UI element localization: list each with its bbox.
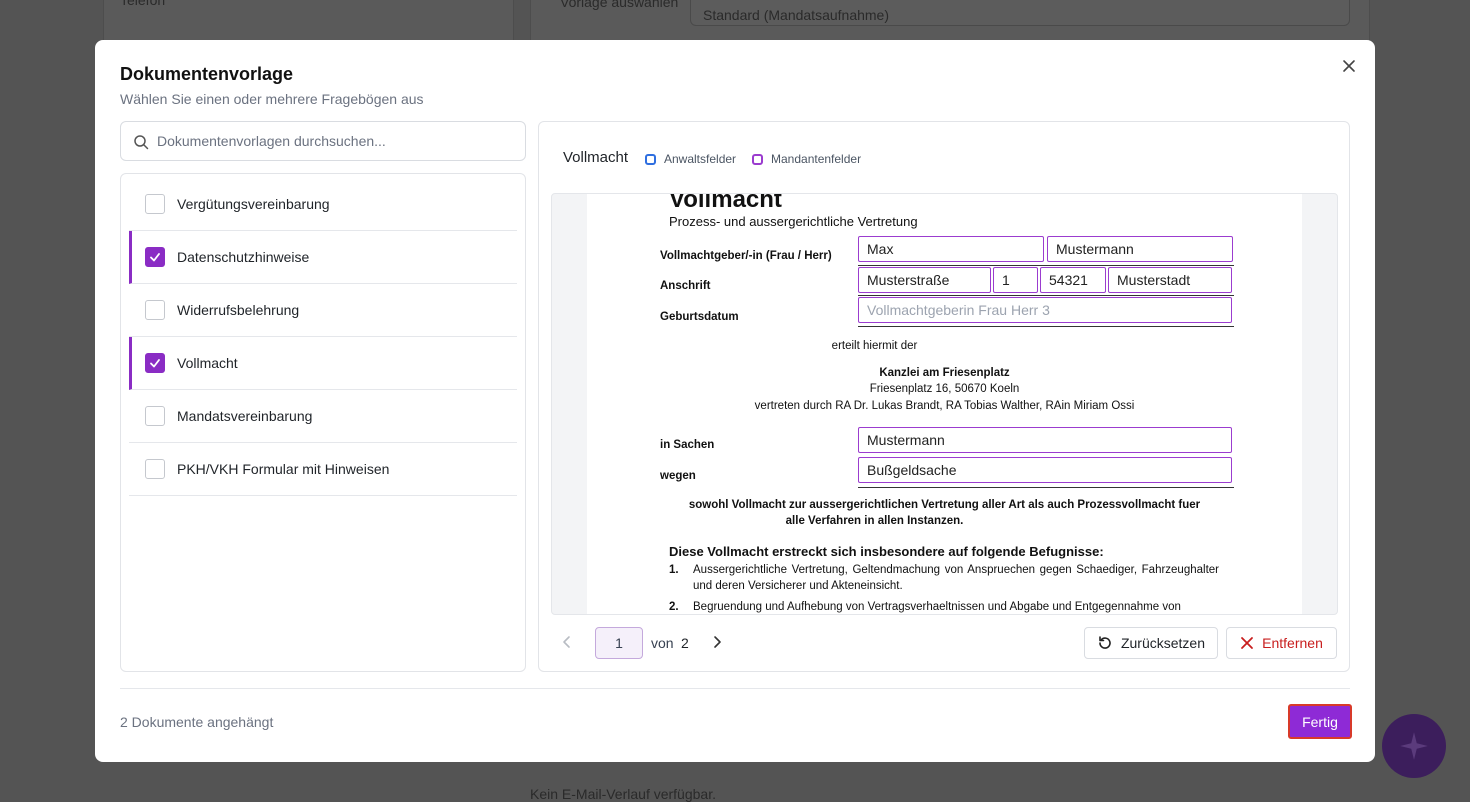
template-checkbox[interactable] (145, 194, 165, 214)
template-checkbox[interactable] (145, 459, 165, 479)
doc-label-matter: in Sachen (660, 439, 715, 451)
template-search (120, 121, 526, 161)
field-matter[interactable]: Mustermann (858, 427, 1232, 453)
remove-label: Entfernen (1262, 635, 1323, 651)
template-list: Vergütungsvereinbarung Datenschutzhinweis… (120, 173, 526, 672)
doc-firm-address: Friesenplatz 16, 50670 Koeln (869, 383, 1020, 395)
document-template-dialog: Dokumentenvorlage Wählen Sie einen oder … (95, 40, 1375, 762)
rotate-ccw-icon (1099, 636, 1111, 649)
doc-power-2-num: 2. (669, 601, 679, 613)
template-item[interactable]: PKH/VKH Formular mit Hinweisen (129, 443, 517, 496)
dialog-subtitle: Wählen Sie einen oder mehrere Fragebögen… (120, 91, 424, 107)
done-button[interactable]: Fertig (1288, 704, 1352, 739)
preview-panel: Vollmacht Anwaltsfelder Mandantenfelder … (538, 121, 1350, 672)
sparkle-icon (1400, 732, 1428, 760)
doc-power-1: 1. Aussergerichtliche Vertretung, Gelten… (669, 562, 1219, 594)
legend-client-label: Mandantenfelder (771, 152, 862, 166)
lawyer-swatch (645, 153, 656, 165)
x-icon (1241, 637, 1254, 649)
field-zip[interactable]: 54321 (1040, 267, 1106, 293)
bg-phone-label: Telefon (120, 0, 166, 8)
reset-button[interactable]: Zurücksetzen (1084, 627, 1218, 659)
doc-line (858, 265, 1234, 266)
template-checkbox[interactable] (145, 247, 165, 267)
close-dialog-button[interactable] (1340, 57, 1358, 75)
doc-firm-represented: vertreten durch RA Dr. Lukas Brandt, RA … (754, 400, 1135, 412)
template-item[interactable]: Widerrufsbelehrung (129, 284, 517, 337)
doc-label-reason: wegen (660, 470, 696, 482)
search-icon (134, 135, 149, 150)
field-last-name[interactable]: Mustermann (1047, 236, 1233, 262)
doc-power-2-text: Begruendung und Aufhebung von Vertragsve… (693, 601, 1181, 613)
field-first-name[interactable]: Max (858, 236, 1044, 262)
document-page: Vollmacht Prozess- und aussergerichtlich… (587, 193, 1302, 614)
template-item[interactable]: Mandatsvereinbarung (129, 390, 517, 443)
field-birthdate[interactable]: Vollmachtgeberin Frau Herr 3 (858, 297, 1232, 323)
doc-scope-line1: sowohl Vollmacht zur aussergerichtlichen… (688, 499, 1201, 511)
template-label: Vergütungsvereinbarung (177, 196, 330, 212)
field-street[interactable]: Musterstraße (858, 267, 991, 293)
check-icon (150, 253, 160, 262)
search-input[interactable] (157, 123, 517, 159)
doc-line (858, 295, 1234, 296)
doc-scope-line2: alle Verfahren in allen Instanzen. (785, 515, 964, 527)
close-icon (1343, 60, 1355, 72)
doc-label-address: Anschrift (660, 280, 711, 292)
doc-firm-name: Kanzlei am Friesenplatz (879, 367, 1010, 379)
template-checkbox[interactable] (145, 353, 165, 373)
template-item[interactable]: Datenschutzhinweise (129, 231, 517, 284)
dialog-title: Dokumentenvorlage (120, 64, 294, 84)
doc-powers-heading: Diese Vollmacht erstreckt sich insbesond… (669, 544, 1104, 559)
doc-line (858, 326, 1234, 327)
doc-power-2: 2. Begruendung und Aufhebung von Vertrag… (669, 599, 1219, 614)
template-label: Datenschutzhinweise (177, 249, 310, 265)
page-total: 2 (681, 635, 689, 651)
bg-template-select: Standard (Mandatsaufnahme) (690, 0, 1350, 26)
remove-button[interactable]: Entfernen (1226, 627, 1337, 659)
template-item[interactable]: Vergütungsvereinbarung (129, 178, 517, 231)
doc-power-1-num: 1. (669, 564, 679, 576)
legend-lawyer-fields: Anwaltsfelder (645, 152, 736, 166)
field-city[interactable]: Musterstadt (1108, 267, 1232, 293)
reset-label: Zurücksetzen (1120, 635, 1206, 651)
doc-power-1-text: Aussergerichtliche Vertretung, Geltendma… (693, 564, 1219, 592)
doc-label-grantor: Vollmachtgeber/-in (Frau / Herr) (660, 250, 832, 262)
bg-template-value: Standard (Mandatsaufnahme) (703, 7, 889, 23)
attached-count: 2 Dokumente angehängt (120, 714, 274, 730)
chevron-right-icon[interactable] (709, 634, 725, 650)
legend-client-fields: Mandantenfelder (752, 152, 861, 166)
legend-lawyer-label: Anwaltsfelder (664, 152, 737, 166)
doc-line (858, 487, 1234, 488)
chevron-left-icon[interactable] (559, 634, 575, 650)
client-swatch (752, 153, 763, 165)
footer-divider (120, 688, 1350, 689)
template-item[interactable]: Vollmacht (129, 337, 517, 390)
preview-title: Vollmacht (563, 149, 629, 166)
template-label: PKH/VKH Formular mit Hinweisen (177, 461, 390, 477)
doc-grants-text: erteilt hiermit der (831, 340, 918, 352)
doc-label-birthdate: Geburtsdatum (660, 311, 739, 323)
field-house-number[interactable]: 1 (993, 267, 1038, 293)
doc-subheading: Prozess- und aussergerichtliche Vertretu… (669, 214, 918, 229)
template-checkbox[interactable] (145, 406, 165, 426)
template-label: Vollmacht (177, 355, 238, 371)
template-label: Mandatsvereinbarung (177, 408, 313, 424)
template-checkbox[interactable] (145, 300, 165, 320)
page-of-label: von (651, 635, 674, 651)
document-viewer[interactable]: Vollmacht Prozess- und aussergerichtlich… (551, 193, 1338, 615)
doc-heading: Vollmacht (669, 193, 782, 213)
check-icon (150, 359, 160, 368)
bg-email-empty: Kein E-Mail-Verlauf verfügbar. (530, 786, 716, 802)
bg-template-label: Vorlage auswählen (560, 0, 679, 10)
page-number-input[interactable]: 1 (595, 627, 643, 659)
ai-assistant-fab (1382, 714, 1446, 778)
field-reason[interactable]: Bußgeldsache (858, 457, 1232, 483)
template-label: Widerrufsbelehrung (177, 302, 300, 318)
